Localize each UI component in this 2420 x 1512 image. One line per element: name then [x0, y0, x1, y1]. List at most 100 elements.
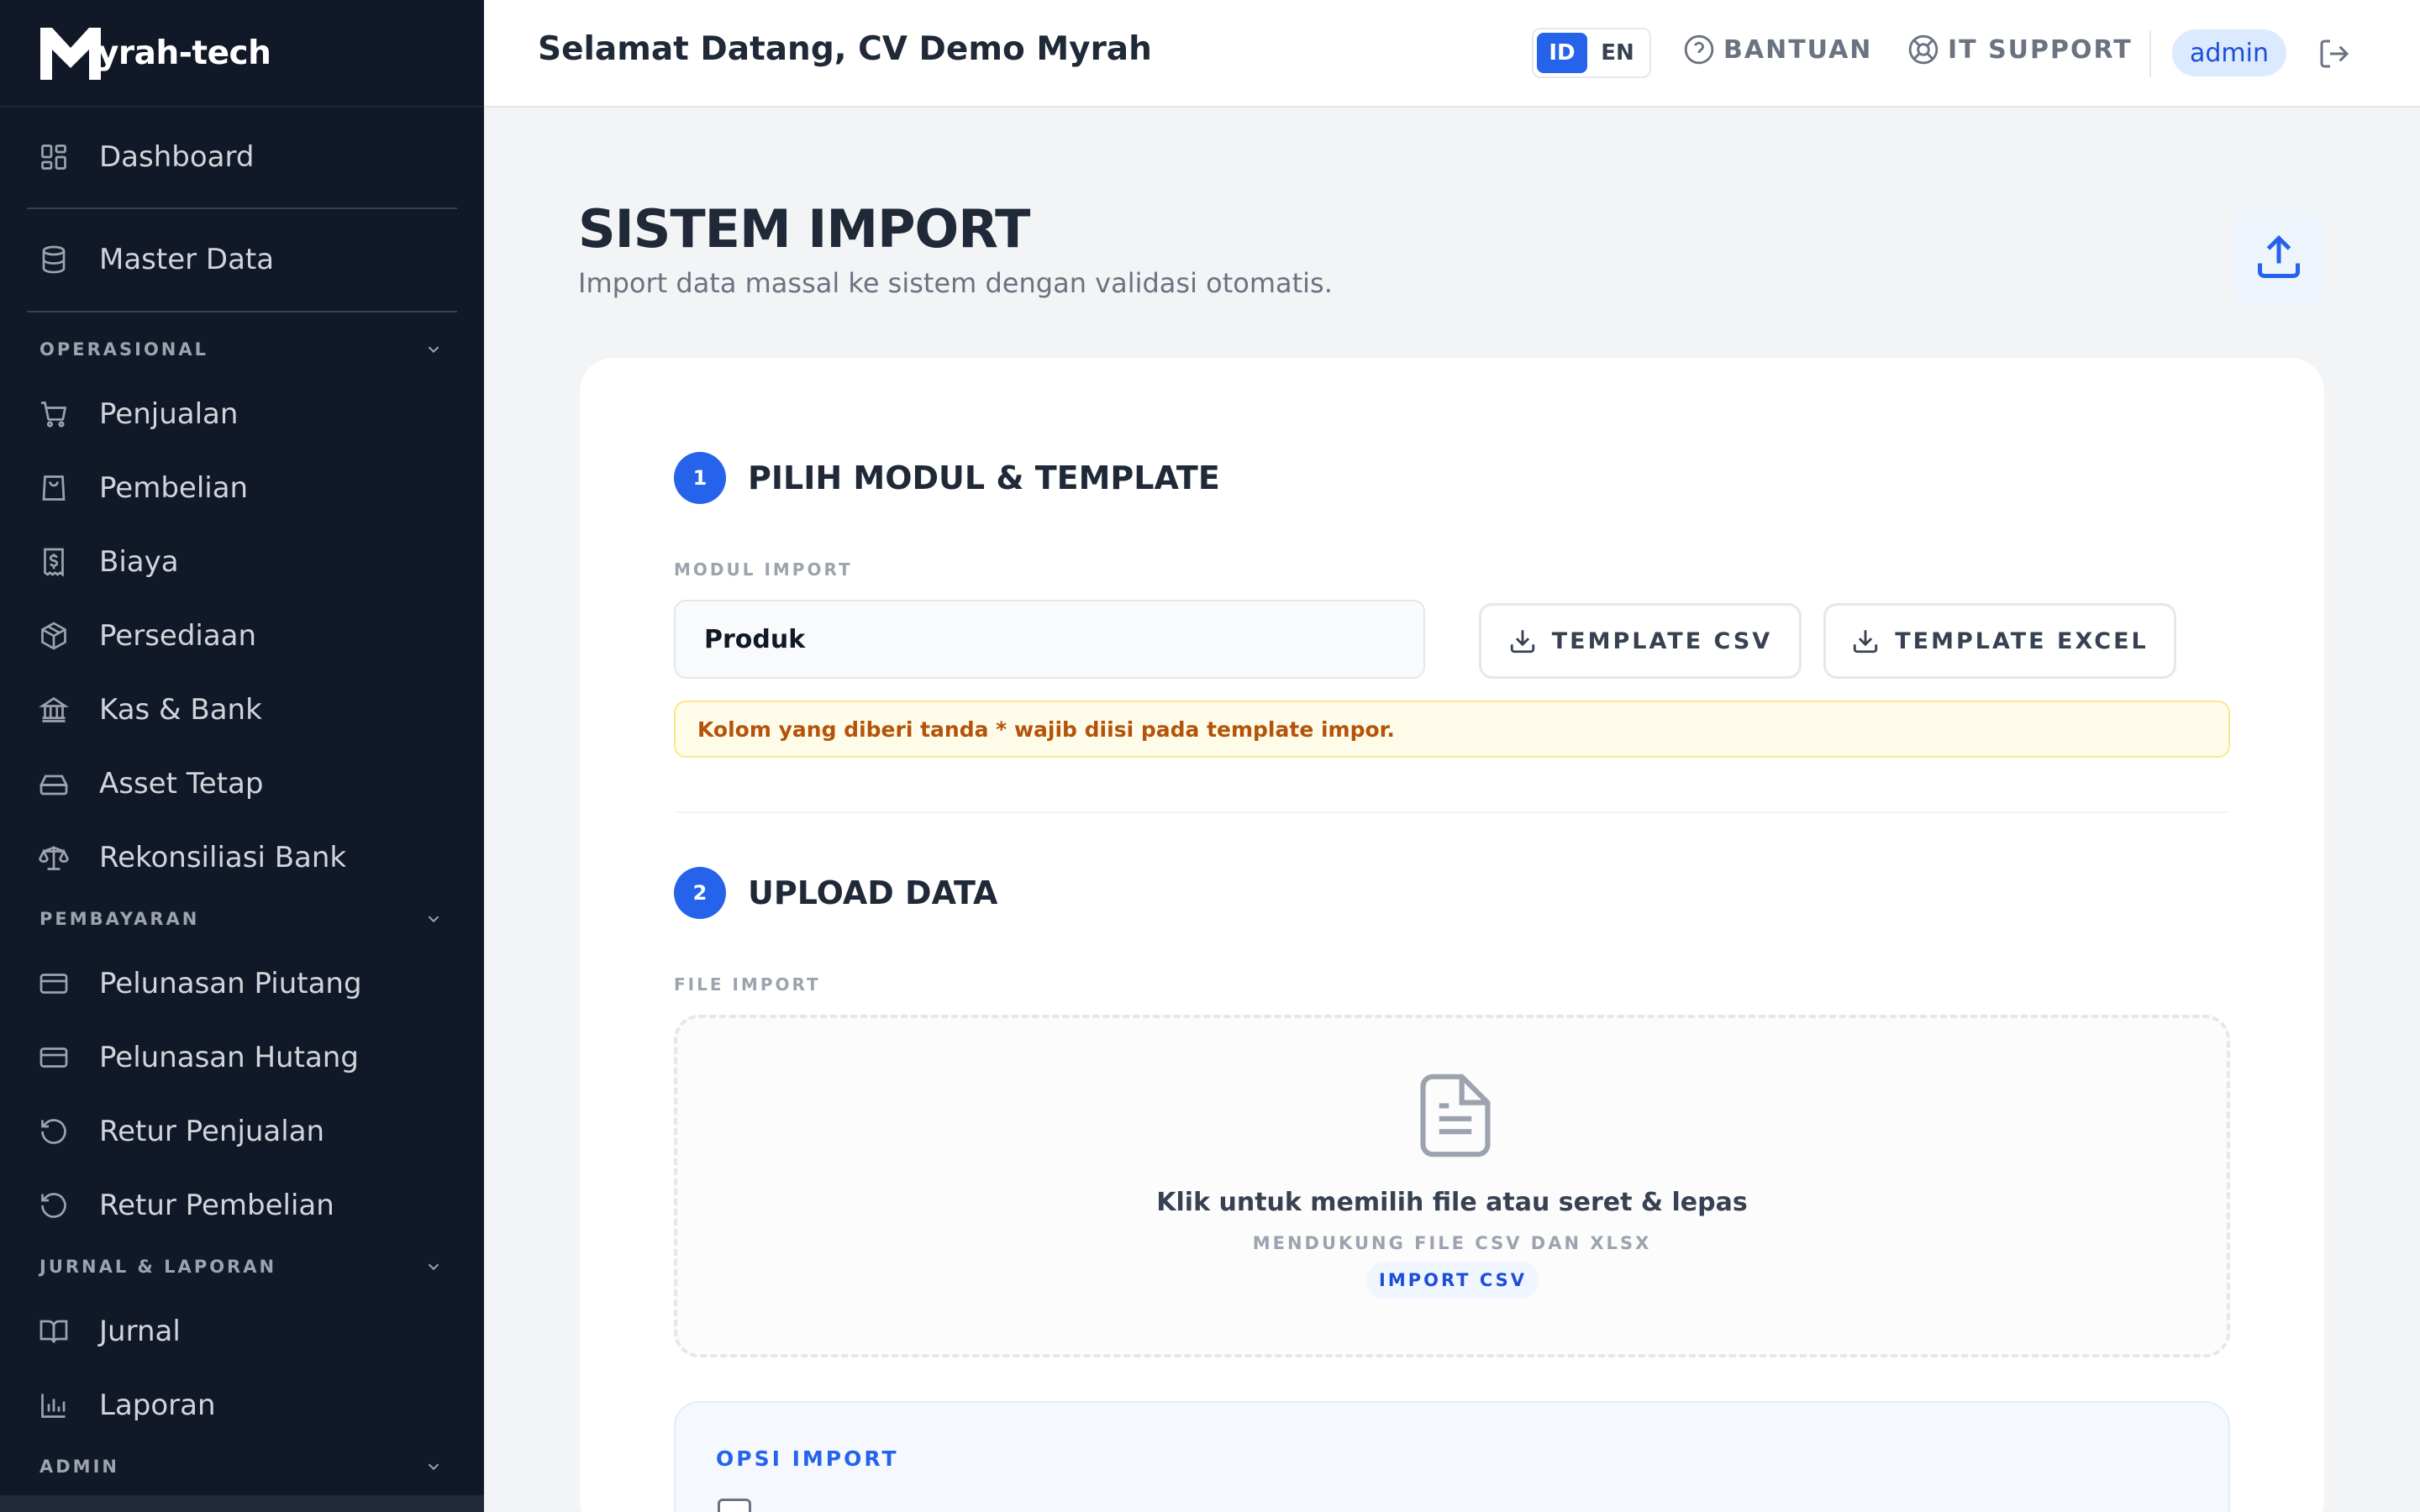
credit-card-icon	[39, 1042, 71, 1074]
module-field-label: MODUL IMPORT	[674, 559, 853, 580]
step-title: PILIH MODUL & TEMPLATE	[748, 459, 1220, 496]
chevron-down-icon	[428, 1263, 439, 1271]
template-csv-button[interactable]: TEMPLATE CSV	[1479, 603, 1802, 679]
sidebar-group-label: OPERASIONAL	[39, 339, 209, 360]
receipt-dollar-icon	[39, 546, 71, 578]
sidebar-item-label: Penjualan	[99, 397, 239, 431]
it-support-label: IT SUPPORT	[1948, 34, 2133, 65]
hard-drive-icon	[39, 768, 71, 800]
file-text-icon	[1420, 1074, 1491, 1158]
sidebar-item-label: Dashboard	[99, 140, 255, 174]
dropzone-subtitle: MENDUKUNG FILE CSV DAN XLSX	[1252, 1233, 1652, 1253]
download-icon	[1510, 630, 1534, 654]
sidebar-item-retur-penjualan[interactable]: Retur Penjualan	[39, 1106, 324, 1157]
chevron-down-icon	[428, 1463, 439, 1471]
sidebar-item-pelunasan-hutang[interactable]: Pelunasan Hutang	[39, 1032, 359, 1083]
logout-icon[interactable]	[2317, 37, 2351, 71]
chevron-down-icon	[428, 346, 439, 354]
sidebar-item-persediaan[interactable]: Persediaan	[39, 611, 256, 661]
file-field-label: FILE IMPORT	[674, 974, 821, 995]
lang-id-button[interactable]: ID	[1537, 33, 1587, 73]
module-select-value: Produk	[704, 624, 806, 654]
rotate-ccw-icon	[39, 1189, 71, 1221]
download-icon	[1854, 630, 1878, 654]
step-number-badge: 1	[674, 452, 726, 504]
sidebar-item-jurnal[interactable]: Jurnal	[39, 1306, 181, 1357]
language-switcher: ID EN	[1532, 28, 1651, 78]
import-option-checkbox[interactable]	[718, 1499, 751, 1512]
step-1-header: 1 PILIH MODUL & TEMPLATE	[674, 452, 1220, 504]
help-link[interactable]: BANTUAN	[1683, 34, 1872, 66]
help-circle-icon	[1684, 34, 1714, 65]
sidebar-item-rekonsiliasi-bank[interactable]: Rekonsiliasi Bank	[39, 832, 346, 883]
shopping-bag-icon	[39, 472, 71, 504]
logo-mark-icon	[40, 28, 101, 80]
database-icon	[39, 244, 71, 276]
it-support-link[interactable]: IT SUPPORT	[1907, 34, 2133, 66]
credit-card-icon	[39, 968, 71, 1000]
sidebar-item-pelunasan-piutang[interactable]: Pelunasan Piutang	[39, 958, 362, 1009]
required-fields-notice: Kolom yang diberi tanda * wajib diisi pa…	[674, 701, 2230, 758]
upload-icon	[2258, 234, 2300, 278]
page-subtitle: Import data massal ke sistem dengan vali…	[578, 267, 1333, 299]
options-title: OPSI IMPORT	[716, 1446, 899, 1471]
top-header: Selamat Datang, CV Demo Myrah ID EN BANT…	[484, 0, 2420, 108]
module-select[interactable]: Produk	[674, 600, 1425, 679]
sidebar-item-label: Retur Pembelian	[99, 1189, 334, 1222]
sidebar-item-label: Master Data	[99, 243, 275, 276]
sidebar-item-label: Pelunasan Piutang	[99, 967, 362, 1000]
step-2-header: 2 UPLOAD DATA	[674, 867, 997, 919]
sidebar-divider	[27, 311, 457, 312]
sidebar-item-label: Retur Penjualan	[99, 1115, 325, 1148]
sidebar-item-master-data[interactable]: Master Data	[39, 234, 274, 285]
bar-chart-icon	[39, 1389, 71, 1421]
sidebar-group-jurnal-laporan[interactable]: JURNAL & LAPORAN	[39, 1257, 443, 1277]
sidebar-group-label: PEMBAYARAN	[39, 909, 200, 929]
sidebar-item-label: Kas & Bank	[99, 693, 262, 727]
sidebar-item-penjualan[interactable]: Penjualan	[39, 389, 238, 439]
book-open-icon	[39, 1315, 71, 1347]
import-options-panel: OPSI IMPORT	[674, 1401, 2230, 1512]
sidebar-item-retur-pembelian[interactable]: Retur Pembelian	[39, 1180, 334, 1231]
template-excel-button[interactable]: TEMPLATE EXCEL	[1823, 603, 2176, 679]
import-type-badge: IMPORT CSV	[1366, 1262, 1539, 1299]
sidebar-group-operasional[interactable]: OPERASIONAL	[39, 339, 443, 360]
help-label: BANTUAN	[1723, 34, 1873, 65]
sidebar-item-laporan[interactable]: Laporan	[39, 1380, 216, 1431]
sidebar-item-kas-bank[interactable]: Kas & Bank	[39, 685, 262, 735]
sidebar-group-admin[interactable]: ADMIN	[39, 1457, 443, 1477]
sidebar-item-pembelian[interactable]: Pembelian	[39, 463, 248, 513]
user-badge[interactable]: admin	[2172, 29, 2286, 76]
template-excel-label: TEMPLATE EXCEL	[1895, 627, 2149, 654]
lang-en-button[interactable]: EN	[1592, 33, 1643, 73]
upload-tile	[2232, 210, 2326, 304]
cart-icon	[39, 398, 71, 430]
sidebar-item-label: Biaya	[99, 545, 179, 579]
app-logo[interactable]: yrah-tech	[0, 0, 484, 108]
step-title: UPLOAD DATA	[748, 874, 998, 911]
file-dropzone[interactable]: Klik untuk memilih file atau seret & lep…	[674, 1015, 2230, 1357]
sidebar-item-label: Jurnal	[99, 1315, 181, 1348]
dashboard-icon	[39, 141, 71, 173]
page-title: SISTEM IMPORT	[578, 198, 1030, 260]
lifebuoy-icon	[1908, 34, 1939, 65]
sidebar-item-label: Pembelian	[99, 471, 249, 505]
sidebar-item-asset-tetap[interactable]: Asset Tetap	[39, 759, 263, 809]
sidebar-group-label: ADMIN	[39, 1457, 119, 1477]
bank-icon	[39, 694, 71, 726]
sidebar-item-label: Persediaan	[99, 619, 257, 653]
sidebar-item-label: Asset Tetap	[99, 767, 264, 801]
sidebar-item-label: Laporan	[99, 1389, 216, 1422]
sidebar-item-label: Pelunasan Hutang	[99, 1041, 359, 1074]
sidebar-group-pembayaran[interactable]: PEMBAYARAN	[39, 909, 443, 929]
header-divider	[2149, 30, 2151, 77]
scale-icon	[39, 842, 71, 874]
sidebar-item-dashboard[interactable]: Dashboard	[39, 132, 254, 182]
welcome-message: Selamat Datang, CV Demo Myrah	[538, 30, 1152, 68]
chevron-down-icon	[428, 916, 439, 923]
sidebar-item-biaya[interactable]: Biaya	[39, 537, 179, 587]
logo-text: yrah-tech	[97, 34, 271, 72]
sidebar-item-label: Rekonsiliasi Bank	[99, 841, 347, 874]
template-csv-label: TEMPLATE CSV	[1551, 627, 1773, 654]
sidebar-group-label: JURNAL & LAPORAN	[39, 1257, 277, 1277]
